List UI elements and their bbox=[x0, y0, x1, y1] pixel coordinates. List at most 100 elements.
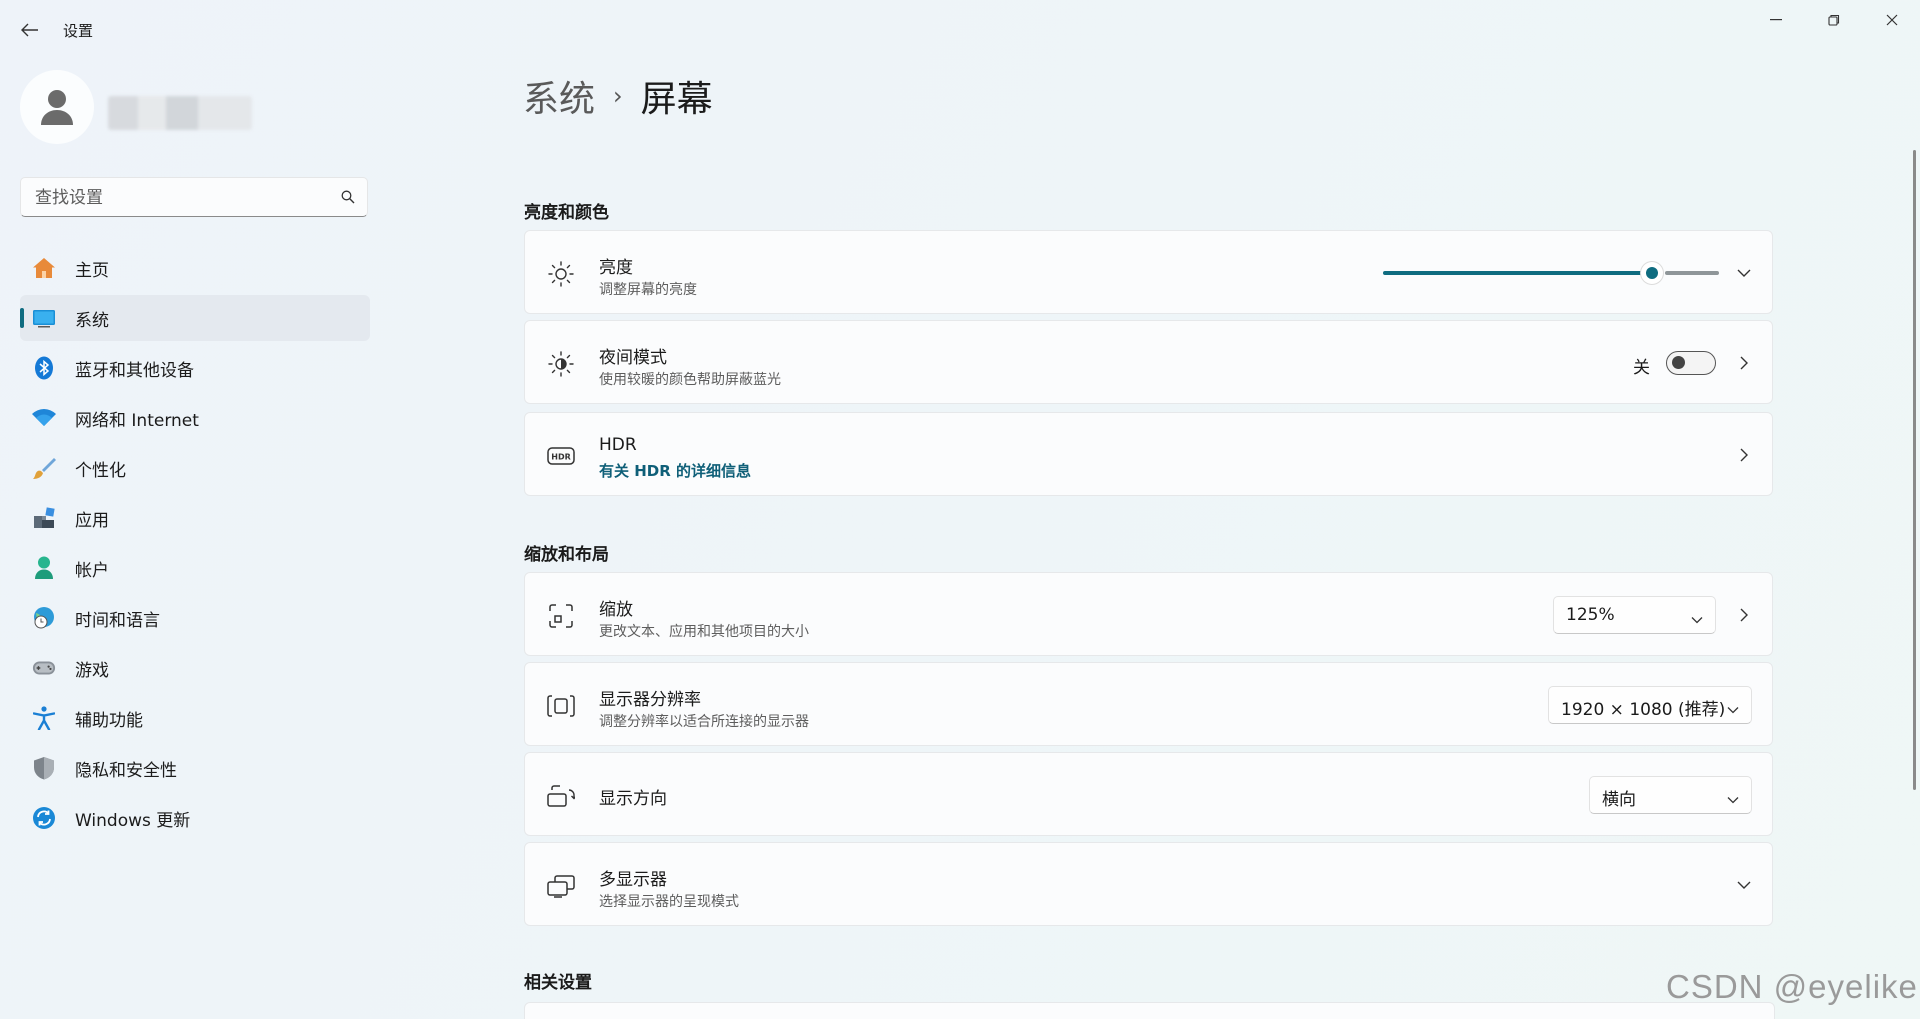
close-button[interactable] bbox=[1864, 2, 1920, 38]
resolution-card[interactable]: 显示器分辨率 调整分辨率以适合所连接的显示器 1920 × 1080 (推荐) bbox=[524, 662, 1773, 746]
multi-display-title: 多显示器 bbox=[599, 870, 667, 890]
scale-card[interactable]: 缩放 更改文本、应用和其他项目的大小 125% bbox=[524, 572, 1773, 656]
section-title-related: 相关设置 bbox=[524, 973, 592, 993]
app-title: 设置 bbox=[63, 22, 94, 40]
close-icon bbox=[1886, 14, 1898, 26]
breadcrumb-parent[interactable]: 系统 bbox=[523, 70, 595, 122]
svg-text:HDR: HDR bbox=[551, 453, 571, 462]
sidebar-item-home[interactable]: 主页 bbox=[20, 245, 370, 291]
scale-title: 缩放 bbox=[599, 600, 633, 620]
chevron-right-icon[interactable] bbox=[1736, 605, 1752, 625]
wifi-icon bbox=[32, 406, 56, 430]
night-light-toggle[interactable] bbox=[1666, 351, 1716, 375]
scrollbar[interactable] bbox=[1913, 150, 1916, 790]
user-profile[interactable] bbox=[20, 70, 360, 146]
orientation-dropdown[interactable]: 横向 bbox=[1589, 776, 1752, 814]
section-title-brightness-color: 亮度和颜色 bbox=[524, 203, 609, 223]
sidebar-item-label: 蓝牙和其他设备 bbox=[75, 360, 194, 381]
hdr-card[interactable]: HDR HDR 有关 HDR 的详细信息 bbox=[524, 412, 1773, 496]
monitor-icon bbox=[32, 306, 56, 330]
chevron-right-icon[interactable] bbox=[1736, 353, 1752, 373]
accessibility-icon bbox=[32, 706, 56, 730]
toggle-knob bbox=[1672, 356, 1685, 369]
brightness-slider-track bbox=[1665, 271, 1719, 275]
scale-value: 125% bbox=[1566, 605, 1615, 625]
orientation-value: 横向 bbox=[1602, 790, 1636, 810]
sidebar-item-label: 辅助功能 bbox=[75, 710, 143, 731]
multi-display-subtitle: 选择显示器的呈现模式 bbox=[599, 894, 739, 910]
sidebar-item-label: Windows 更新 bbox=[75, 810, 191, 831]
resolution-dropdown[interactable]: 1920 × 1080 (推荐) bbox=[1548, 686, 1752, 724]
related-settings-card[interactable] bbox=[524, 1002, 1775, 1019]
back-button[interactable] bbox=[14, 14, 46, 46]
search-icon[interactable] bbox=[341, 189, 355, 208]
sidebar: 主页 系统 蓝牙和其他设备 网络和 Internet 个性化 bbox=[0, 60, 380, 1019]
sidebar-item-label: 系统 bbox=[75, 310, 109, 331]
shield-icon bbox=[32, 756, 56, 780]
sidebar-item-network[interactable]: 网络和 Internet bbox=[20, 395, 370, 441]
resolution-title: 显示器分辨率 bbox=[599, 690, 701, 710]
account-icon bbox=[32, 556, 56, 580]
brightness-card[interactable]: 亮度 调整屏幕的亮度 bbox=[524, 230, 1773, 314]
search-box[interactable] bbox=[20, 177, 368, 217]
brightness-slider[interactable] bbox=[1383, 262, 1719, 284]
chevron-down-icon bbox=[1727, 699, 1739, 718]
globe-clock-icon bbox=[32, 606, 56, 630]
brightness-icon bbox=[545, 258, 577, 290]
scale-dropdown[interactable]: 125% bbox=[1553, 596, 1716, 634]
resolution-icon bbox=[545, 690, 577, 722]
night-light-title: 夜间模式 bbox=[599, 348, 667, 368]
brightness-title: 亮度 bbox=[599, 258, 633, 278]
sidebar-item-apps[interactable]: 应用 bbox=[20, 495, 370, 541]
breadcrumb-separator: › bbox=[613, 82, 623, 110]
search-input[interactable] bbox=[33, 184, 337, 212]
sidebar-item-label: 个性化 bbox=[75, 460, 126, 481]
multi-display-card[interactable]: 多显示器 选择显示器的呈现模式 bbox=[524, 842, 1773, 926]
chevron-down-icon bbox=[1727, 789, 1739, 808]
blurred-user-name bbox=[108, 96, 252, 130]
scale-subtitle: 更改文本、应用和其他项目的大小 bbox=[599, 624, 809, 640]
breadcrumb: 系统 › 屏幕 bbox=[523, 70, 713, 122]
sidebar-item-windows-update[interactable]: Windows 更新 bbox=[20, 795, 370, 841]
sidebar-item-label: 帐户 bbox=[75, 560, 109, 581]
bluetooth-icon bbox=[32, 356, 56, 380]
sidebar-item-privacy[interactable]: 隐私和安全性 bbox=[20, 745, 370, 791]
sidebar-item-personalization[interactable]: 个性化 bbox=[20, 445, 370, 491]
sidebar-item-bluetooth[interactable]: 蓝牙和其他设备 bbox=[20, 345, 370, 391]
sidebar-item-label: 网络和 Internet bbox=[75, 410, 199, 431]
resolution-value: 1920 × 1080 (推荐) bbox=[1561, 700, 1726, 720]
chevron-down-icon[interactable] bbox=[1734, 263, 1754, 283]
minimize-button[interactable] bbox=[1748, 2, 1804, 38]
avatar[interactable] bbox=[20, 70, 94, 144]
brightness-slider-fill bbox=[1383, 271, 1652, 275]
night-light-icon bbox=[545, 348, 577, 380]
minimize-icon bbox=[1770, 19, 1782, 21]
sidebar-item-gaming[interactable]: 游戏 bbox=[20, 645, 370, 691]
chevron-down-icon[interactable] bbox=[1734, 875, 1754, 895]
apps-icon bbox=[32, 506, 56, 530]
sidebar-item-label: 游戏 bbox=[75, 660, 109, 681]
restore-button[interactable] bbox=[1806, 2, 1862, 38]
scale-icon bbox=[545, 600, 577, 632]
sidebar-item-accessibility[interactable]: 辅助功能 bbox=[20, 695, 370, 741]
section-title-scale-layout: 缩放和布局 bbox=[524, 545, 609, 565]
sidebar-nav: 主页 系统 蓝牙和其他设备 网络和 Internet 个性化 应用 帐户 时间和… bbox=[20, 245, 370, 845]
update-icon bbox=[32, 806, 56, 830]
sidebar-item-label: 应用 bbox=[75, 510, 109, 531]
sidebar-item-label: 隐私和安全性 bbox=[75, 760, 177, 781]
sidebar-item-accounts[interactable]: 帐户 bbox=[20, 545, 370, 591]
night-light-state-label: 关 bbox=[1633, 358, 1650, 378]
orientation-card[interactable]: 显示方向 横向 bbox=[524, 752, 1773, 836]
night-light-subtitle: 使用较暖的颜色帮助屏蔽蓝光 bbox=[599, 372, 781, 388]
multi-display-icon bbox=[545, 870, 577, 902]
night-light-card[interactable]: 夜间模式 使用较暖的颜色帮助屏蔽蓝光 关 bbox=[524, 320, 1773, 404]
sidebar-item-system[interactable]: 系统 bbox=[20, 295, 370, 341]
orientation-title: 显示方向 bbox=[599, 789, 667, 809]
home-icon bbox=[32, 256, 56, 280]
resolution-subtitle: 调整分辨率以适合所连接的显示器 bbox=[599, 714, 809, 730]
brightness-slider-thumb[interactable] bbox=[1640, 262, 1663, 284]
sidebar-item-time-language[interactable]: 时间和语言 bbox=[20, 595, 370, 641]
chevron-right-icon[interactable] bbox=[1736, 445, 1752, 465]
gamepad-icon bbox=[32, 656, 56, 680]
hdr-info-link[interactable]: 有关 HDR 的详细信息 bbox=[599, 460, 751, 481]
